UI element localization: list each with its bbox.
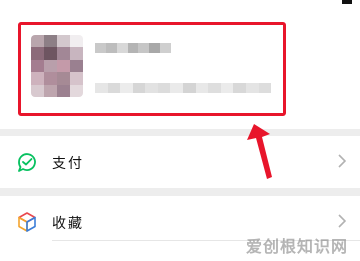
menu-item-favorites[interactable]: 收藏 爱创根知识网: [0, 196, 360, 261]
watermark: 爱创根知识网: [245, 237, 348, 256]
profile-card: [0, 0, 360, 129]
chevron-right-icon: [338, 154, 346, 168]
pay-label: 支付: [52, 156, 84, 172]
favorites-label: 收藏: [52, 216, 84, 232]
menu-item-pay[interactable]: 支付: [0, 136, 360, 188]
blurred-nickname: [95, 43, 172, 53]
status-bar-fragment: [342, 0, 352, 4]
profile-highlight-box[interactable]: [18, 22, 286, 116]
wallet-check-icon: [18, 153, 36, 172]
chevron-right-icon: [338, 214, 346, 228]
avatar[interactable]: [31, 35, 83, 97]
cube-icon: [18, 212, 36, 232]
blurred-account-id: [95, 83, 272, 93]
